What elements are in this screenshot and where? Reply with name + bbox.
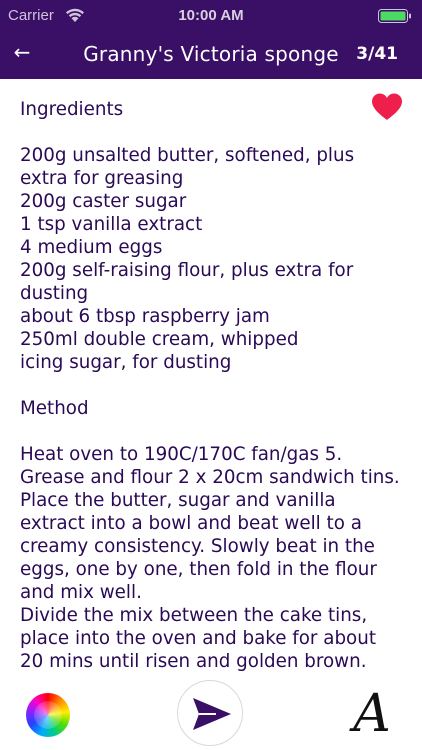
ingredient-item: 200g self-raising flour, plus extra for …: [20, 260, 354, 304]
ingredient-item: 4 medium eggs: [20, 237, 163, 258]
ingredients-heading: Ingredients: [20, 99, 124, 120]
ingredient-item: 200g caster sugar: [20, 191, 187, 212]
ingredient-item: icing sugar, for dusting: [20, 352, 232, 373]
ingredient-item: 1 tsp vanilla extract: [20, 214, 203, 235]
send-icon: [193, 698, 231, 730]
ingredient-item: about 6 tbsp raspberry jam: [20, 306, 270, 327]
status-time: 10:00 AM: [178, 7, 244, 24]
method-heading: Method: [20, 398, 89, 419]
page-title: Granny's Victoria sponge: [83, 42, 339, 66]
recipe-text: Ingredients 200g unsalted butter, soften…: [20, 98, 400, 673]
top-bar: Carrier 10:00 AM ← Granny's Victoria spo…: [0, 0, 422, 79]
back-arrow-icon[interactable]: ←: [8, 40, 36, 64]
method-step: Heat oven to 190C/170C fan/gas 5. Grease…: [20, 444, 400, 603]
method-step: Divide the mix between the cake tins, pl…: [20, 605, 376, 672]
recipe-counter: 3/41: [356, 44, 398, 64]
battery-icon: [378, 9, 412, 23]
ingredient-item: 200g unsalted butter, softened, plus ext…: [20, 145, 355, 189]
ingredient-item: 250ml double cream, whipped: [20, 329, 299, 350]
color-wheel-icon[interactable]: [26, 693, 70, 737]
nav-bar: ← Granny's Victoria sponge 3/41: [0, 30, 422, 79]
recipe-content[interactable]: Ingredients 200g unsalted butter, soften…: [0, 79, 422, 678]
font-icon[interactable]: A: [348, 686, 396, 742]
bottom-toolbar: A: [0, 678, 422, 750]
status-bar: Carrier 10:00 AM: [0, 0, 422, 30]
send-button[interactable]: [177, 680, 243, 746]
